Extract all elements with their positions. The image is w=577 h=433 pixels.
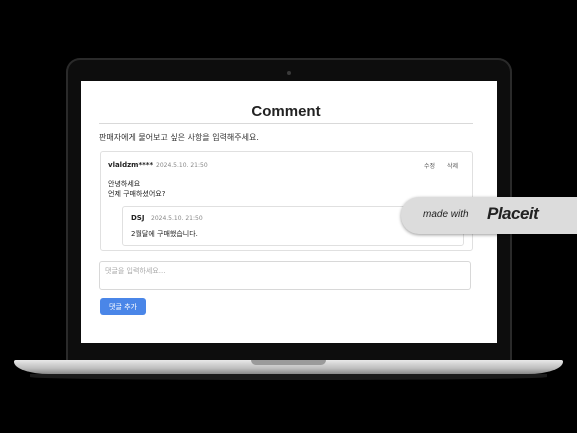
reply-text: 2월달에 구매했습니다. bbox=[131, 230, 198, 238]
comment-prompt: 판매자에게 물어보고 싶은 사항을 입력해주세요. bbox=[99, 133, 259, 142]
laptop-notch bbox=[251, 360, 326, 365]
add-comment-button[interactable]: 댓글 추가 bbox=[100, 298, 146, 315]
page-title: Comment bbox=[251, 103, 321, 120]
edit-button[interactable]: 수정 bbox=[424, 161, 435, 170]
watermark-made-with: made with bbox=[423, 209, 469, 220]
placeit-watermark: made with Placeit bbox=[401, 197, 577, 234]
reply-date: 2024.5.10. 21:50 bbox=[151, 215, 203, 222]
reply-author: DSJ bbox=[131, 214, 145, 222]
camera-dot bbox=[287, 71, 291, 75]
comment-text-line: 언제 구매하셨어요? bbox=[108, 190, 166, 198]
delete-button[interactable]: 삭제 bbox=[447, 161, 458, 170]
comment-text-line: 안녕하세요 bbox=[108, 180, 141, 188]
comment-date: 2024.5.10. 21:50 bbox=[156, 162, 208, 169]
watermark-brand: Placeit bbox=[487, 204, 539, 223]
title-divider bbox=[99, 123, 473, 124]
comment-author: vlaldzm**** bbox=[108, 161, 154, 169]
laptop-shadow bbox=[30, 374, 547, 380]
comment-input[interactable] bbox=[99, 261, 471, 290]
